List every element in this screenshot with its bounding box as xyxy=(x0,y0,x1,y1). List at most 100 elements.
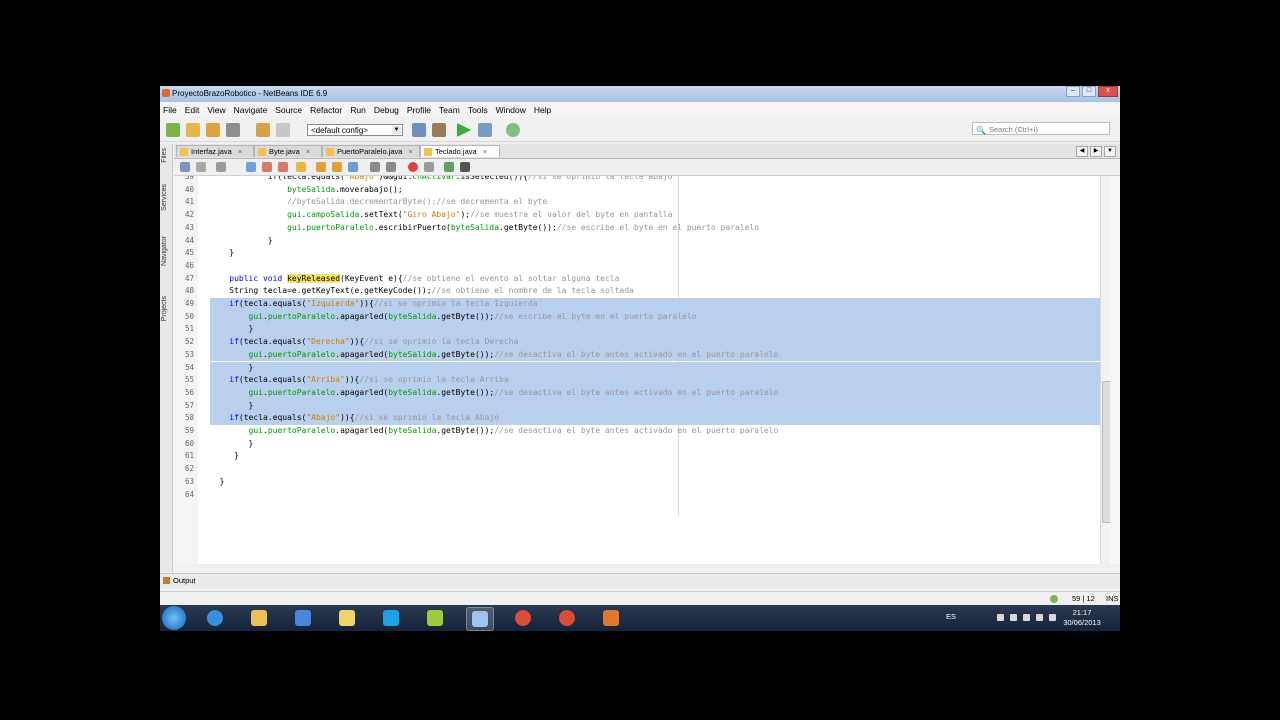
code-line[interactable]: 50 gui.puertoParalelo.apagarled(byteSali… xyxy=(174,310,1100,324)
close-button[interactable]: x xyxy=(1098,86,1118,97)
menu-profile[interactable]: Profile xyxy=(406,103,432,117)
code-line[interactable]: 45 } xyxy=(174,247,1100,260)
side-tab-services[interactable]: Services xyxy=(161,184,168,211)
menu-edit[interactable]: Edit xyxy=(184,103,201,117)
taskbar-app[interactable] xyxy=(510,607,536,629)
code-line[interactable]: 47 public void keyReleased(KeyEvent e){/… xyxy=(174,273,1100,286)
code-line[interactable]: 60 } xyxy=(174,438,1100,451)
minimize-button[interactable]: – xyxy=(1066,86,1080,97)
redo-icon[interactable] xyxy=(276,123,290,137)
undo-icon[interactable] xyxy=(256,123,270,137)
debug-icon[interactable] xyxy=(478,123,492,137)
flag-icon[interactable] xyxy=(1049,614,1056,621)
code-line[interactable]: 51 } xyxy=(174,323,1100,337)
previous-bookmark-icon[interactable] xyxy=(316,162,326,172)
scroll-tabs-right-button[interactable]: ▶ xyxy=(1090,146,1102,157)
code-line[interactable]: 40 byteSalida.moverabajo(); xyxy=(174,184,1100,197)
uncomment-icon[interactable] xyxy=(460,162,470,172)
code-line[interactable]: 52 if(tecla.equals("Derecha")){//si se o… xyxy=(174,336,1100,349)
close-icon[interactable]: × xyxy=(238,149,242,156)
profile-icon[interactable] xyxy=(506,123,520,137)
code-line[interactable]: 54 } xyxy=(174,361,1100,375)
output-panel-bar[interactable]: Output xyxy=(160,573,1120,588)
record-macro-icon[interactable] xyxy=(408,162,418,172)
tab-interfaz[interactable]: Interfaz.java × xyxy=(176,145,254,157)
taskbar-app[interactable] xyxy=(466,607,494,631)
code-line[interactable]: 53 gui.puertoParalelo.apagarled(byteSali… xyxy=(174,348,1100,362)
tab-puerto-paralelo[interactable]: PuertoParalelo.java × xyxy=(322,145,420,157)
back-icon[interactable] xyxy=(216,162,226,172)
code-line[interactable]: 44 } xyxy=(174,235,1100,248)
menu-tools[interactable]: Tools xyxy=(467,103,489,117)
close-icon[interactable]: × xyxy=(409,149,413,156)
code-line[interactable]: 57 } xyxy=(174,399,1100,413)
code-line[interactable]: 63 } xyxy=(174,476,1100,489)
find-icon[interactable] xyxy=(246,162,256,172)
start-button[interactable] xyxy=(162,606,186,630)
code-line[interactable]: 41 //byteSalida.decrementarByte();//se d… xyxy=(174,196,1100,209)
toggle-highlight-icon[interactable] xyxy=(296,162,306,172)
code-line[interactable]: 55 if(tecla.equals("Arriba")){//si se op… xyxy=(174,374,1100,387)
close-icon[interactable]: × xyxy=(306,149,310,156)
save-all-icon[interactable] xyxy=(226,123,240,137)
code-line[interactable]: 39 if(tecla.equals("Abajo")&&gui.chActiv… xyxy=(174,176,1100,184)
code-line[interactable]: 62 xyxy=(174,463,1100,476)
volume-icon[interactable] xyxy=(1036,614,1043,621)
code-line[interactable]: 61 } xyxy=(174,450,1100,463)
menu-navigate[interactable]: Navigate xyxy=(233,103,269,117)
tab-teclado[interactable]: Teclado.java × xyxy=(420,145,500,157)
clock-time[interactable]: 21:17 xyxy=(1062,608,1102,617)
config-select[interactable]: <default config> ▼ xyxy=(307,124,403,136)
find-previous-icon[interactable] xyxy=(262,162,272,172)
taskbar-app[interactable] xyxy=(378,607,404,629)
code-line[interactable]: 42 gui.campoSalida.setText("Giro Abajo")… xyxy=(174,209,1100,222)
maximize-button[interactable]: □ xyxy=(1082,86,1096,97)
menu-source[interactable]: Source xyxy=(274,103,303,117)
new-file-icon[interactable] xyxy=(166,123,180,137)
code-line[interactable]: 43 gui.puertoParalelo.escribirPuerto(byt… xyxy=(174,222,1100,235)
language-indicator[interactable]: ES xyxy=(946,612,956,621)
taskbar-app[interactable] xyxy=(246,607,272,629)
tab-byte[interactable]: Byte.java × xyxy=(254,145,322,157)
clean-build-icon[interactable] xyxy=(432,123,446,137)
history-icon[interactable] xyxy=(196,162,206,172)
code-line[interactable]: 49 if(tecla.equals("Izquierda")){//si se… xyxy=(174,298,1100,311)
search-box[interactable]: 🔍 Search (Ctrl+I) xyxy=(972,122,1110,135)
code-line[interactable]: 58 if(tecla.equals("Abajo")){//si se opr… xyxy=(174,412,1100,425)
taskbar-app[interactable] xyxy=(598,607,624,629)
taskbar-app[interactable] xyxy=(554,607,580,629)
menu-debug[interactable]: Debug xyxy=(373,103,400,117)
code-line[interactable]: 48 String tecla=e.getKeyText(e.getKeyCod… xyxy=(174,285,1100,298)
taskbar-app[interactable] xyxy=(290,607,316,629)
menu-refactor[interactable]: Refactor xyxy=(309,103,343,117)
taskbar-app[interactable] xyxy=(422,607,448,629)
code-line[interactable]: 64 xyxy=(174,489,1100,502)
menu-run[interactable]: Run xyxy=(349,103,367,117)
scroll-tabs-left-button[interactable]: ◀ xyxy=(1076,146,1088,157)
close-icon[interactable]: × xyxy=(483,149,487,156)
build-icon[interactable] xyxy=(412,123,426,137)
comment-icon[interactable] xyxy=(444,162,454,172)
new-project-icon[interactable] xyxy=(186,123,200,137)
shift-left-icon[interactable] xyxy=(370,162,380,172)
open-project-icon[interactable] xyxy=(206,123,220,137)
keyboard-icon[interactable] xyxy=(997,614,1004,621)
taskbar-app[interactable] xyxy=(334,607,360,629)
code-line[interactable]: 59 gui.puertoParalelo.apagarled(byteSali… xyxy=(174,425,1100,438)
run-icon[interactable] xyxy=(457,123,471,137)
source-view-icon[interactable] xyxy=(180,162,190,172)
menu-team[interactable]: Team xyxy=(438,103,461,117)
find-next-icon[interactable] xyxy=(278,162,288,172)
menu-window[interactable]: Window xyxy=(495,103,527,117)
network-icon[interactable] xyxy=(1023,614,1030,621)
next-bookmark-icon[interactable] xyxy=(332,162,342,172)
clock-date[interactable]: 30/06/2013 xyxy=(1062,618,1102,627)
menu-help[interactable]: Help xyxy=(533,103,552,117)
code-editor[interactable]: 39 if(tecla.equals("Abajo")&&gui.chActiv… xyxy=(174,176,1100,564)
code-line[interactable]: 46 xyxy=(174,260,1100,273)
tab-list-button[interactable]: ▼ xyxy=(1104,146,1116,157)
toggle-bookmark-icon[interactable] xyxy=(348,162,358,172)
notification-icon[interactable] xyxy=(1050,595,1058,603)
show-hidden-icons[interactable] xyxy=(1010,614,1017,621)
code-line[interactable]: 56 gui.puertoParalelo.apagarled(byteSali… xyxy=(174,386,1100,400)
